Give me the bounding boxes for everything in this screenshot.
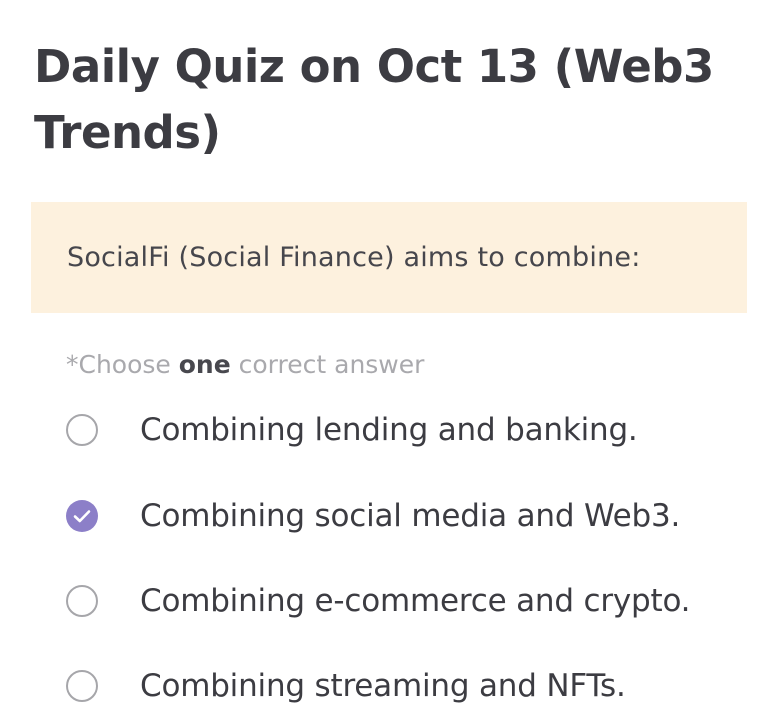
radio-unchecked-icon[interactable] — [66, 414, 98, 446]
answer-option-1[interactable]: Combining lending and banking. — [66, 400, 638, 460]
radio-unchecked-icon[interactable] — [66, 585, 98, 617]
question-card: SocialFi (Social Finance) aims to combin… — [31, 202, 747, 313]
answer-option-4[interactable]: Combining streaming and NFTs. — [66, 656, 626, 716]
option-label: Combining streaming and NFTs. — [140, 668, 626, 704]
radio-unchecked-icon[interactable] — [66, 670, 98, 702]
instruction-emphasis: one — [178, 350, 231, 379]
instruction-suffix: correct answer — [230, 350, 425, 379]
question-text: SocialFi (Social Finance) aims to combin… — [67, 242, 641, 273]
option-label: Combining lending and banking. — [140, 412, 638, 448]
quiz-title: Daily Quiz on Oct 13 (Web3 Trends) — [34, 40, 714, 159]
answer-option-3[interactable]: Combining e-commerce and crypto. — [66, 571, 691, 631]
checkmark-icon — [73, 510, 91, 523]
option-label: Combining social media and Web3. — [140, 498, 681, 534]
option-label: Combining e-commerce and crypto. — [140, 583, 691, 619]
instruction-prefix: *Choose — [66, 350, 179, 379]
answer-instruction: *Choose one correct answer — [66, 350, 424, 379]
answer-option-2[interactable]: Combining social media and Web3. — [66, 486, 680, 546]
radio-checked-icon[interactable] — [66, 500, 98, 532]
